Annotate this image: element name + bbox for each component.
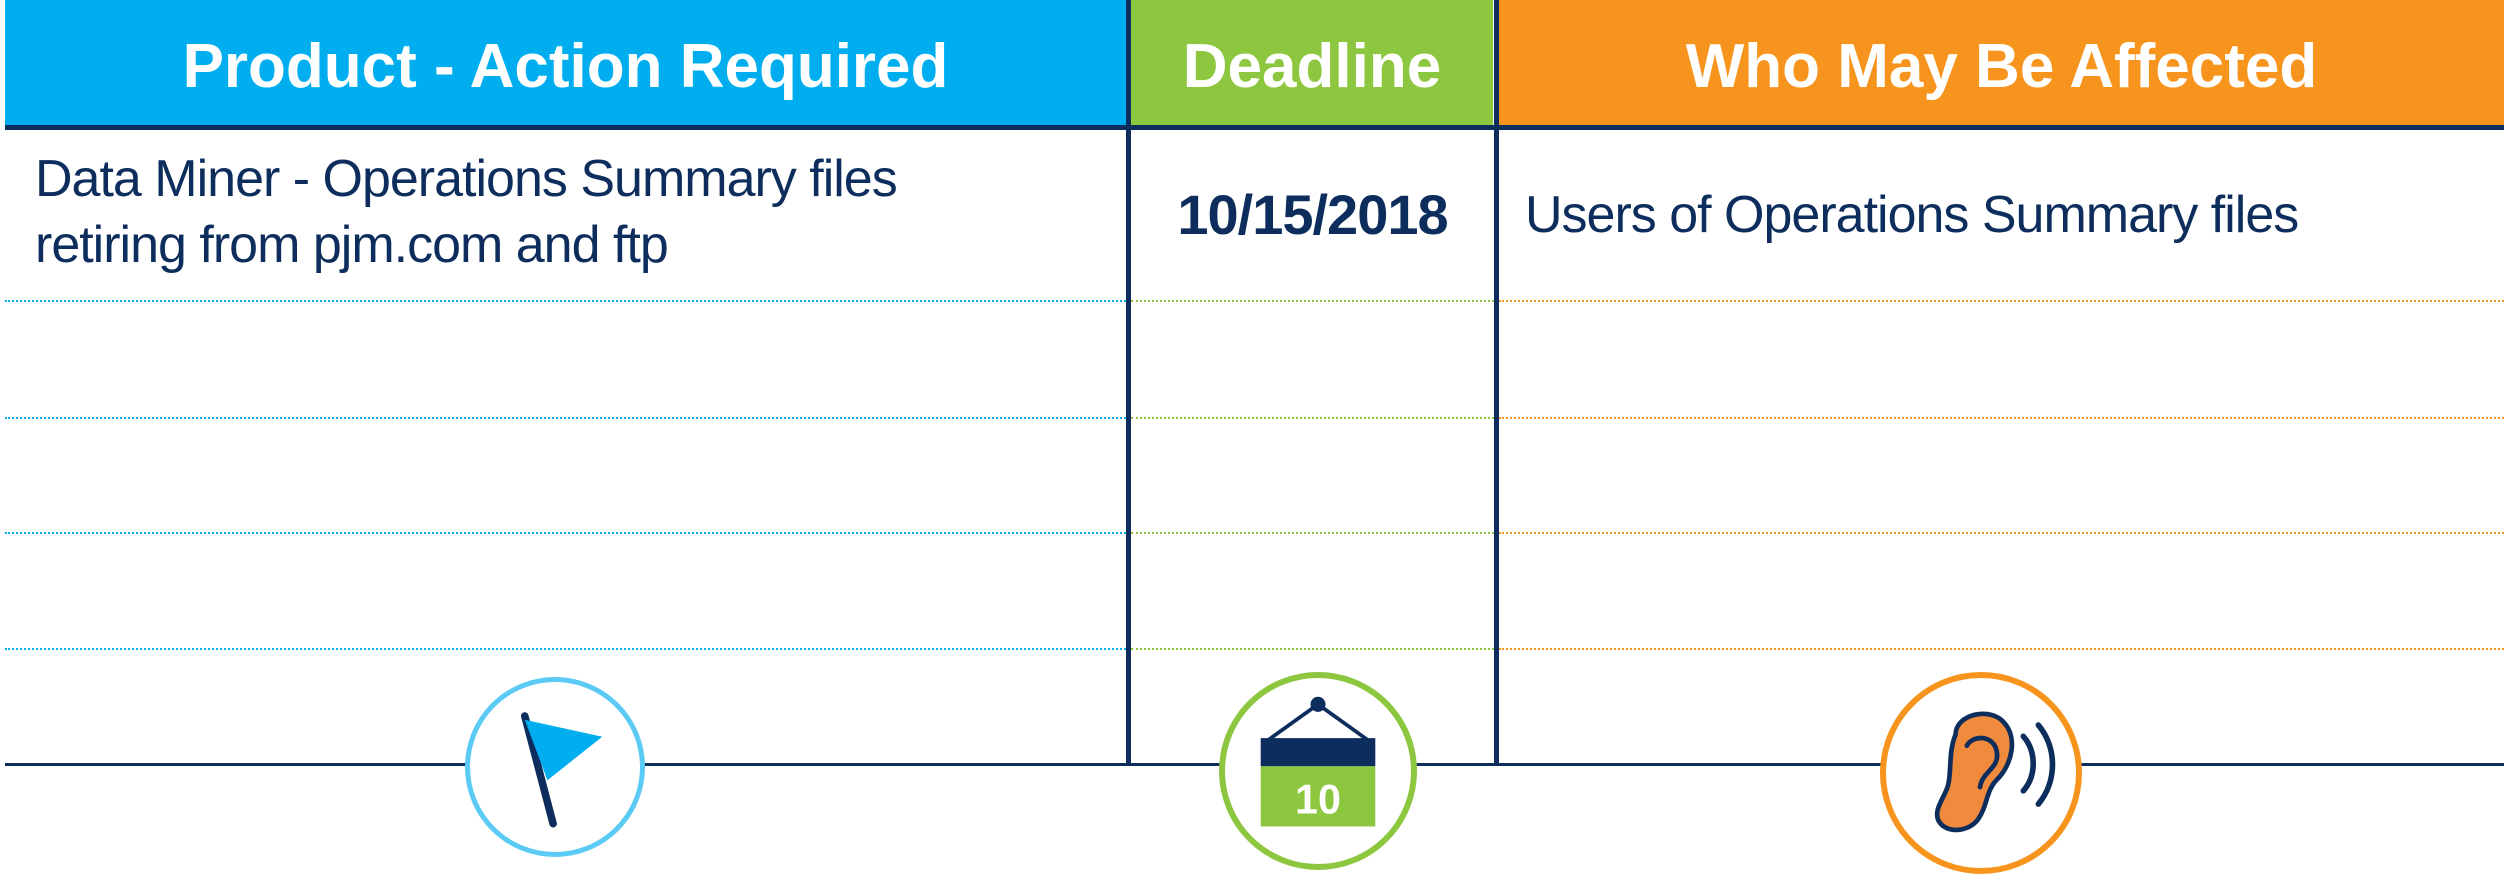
row-separator (5, 300, 1126, 302)
header-product-action-required: Product - Action Required (5, 0, 1126, 125)
row-separator (1499, 648, 2504, 650)
header-deadline: Deadline (1131, 0, 1493, 125)
column-divider-1 (1126, 0, 1131, 765)
column-divider-2 (1494, 0, 1499, 765)
row-separator (1131, 300, 1494, 302)
row-separator (1499, 300, 2504, 302)
calendar-icon: 10 (1219, 672, 1417, 870)
row-separator (5, 532, 1126, 534)
row-separator (5, 648, 1126, 650)
header-divider (5, 125, 2504, 130)
product-line-2: retiring from pjm.com and ftp (35, 216, 669, 274)
header-deadline-label: Deadline (1182, 32, 1442, 101)
product-line-1: Data Miner - Operations Summary files (35, 150, 898, 208)
ear-listening-icon (1880, 672, 2082, 874)
calendar-day: 10 (1295, 776, 1341, 822)
table-row-product-cell: Data Miner - Operations Summary files re… (35, 146, 1095, 278)
row-separator (1131, 648, 1494, 650)
header-who-may-be-affected: Who May Be Affected (1499, 0, 2504, 125)
table-row-deadline-cell: 10/15/2018 (1177, 183, 1448, 246)
row-separator (1499, 417, 2504, 419)
row-separator (1131, 417, 1494, 419)
row-separator (1499, 532, 2504, 534)
table-row-affected-cell: Users of Operations Summary files (1525, 186, 2299, 244)
flag-icon (465, 677, 645, 857)
row-separator (1131, 532, 1494, 534)
row-separator (5, 417, 1126, 419)
header-affected-label: Who May Be Affected (1685, 32, 2318, 101)
header-product-label: Product - Action Required (182, 32, 949, 101)
